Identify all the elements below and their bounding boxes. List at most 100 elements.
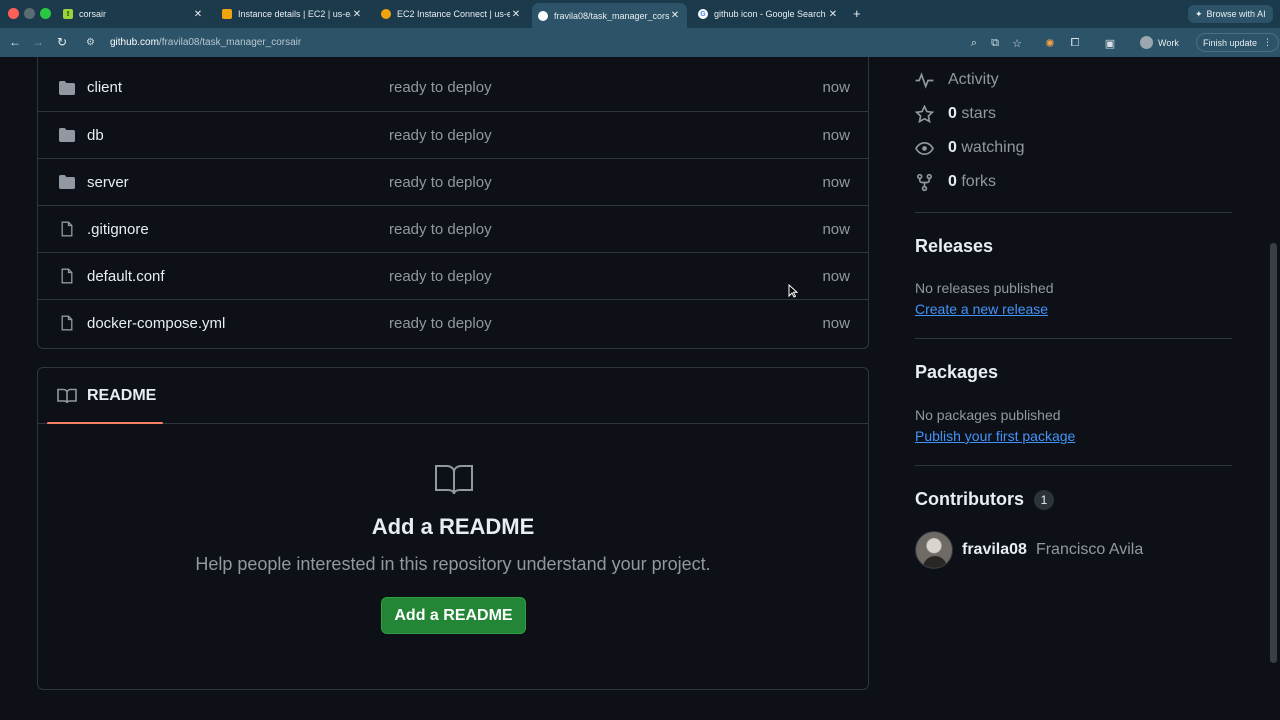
- sidebar-divider: [915, 212, 1232, 213]
- address-bar[interactable]: ⚙ github.com/fravila08/task_manager_cors…: [80, 32, 1120, 53]
- readme-empty-subtitle: Help people interested in this repositor…: [195, 554, 711, 574]
- page-scrollbar[interactable]: [1270, 243, 1277, 663]
- file-row[interactable]: .gitignore ready to deploy now: [38, 205, 868, 252]
- tab-label: github icon - Google Search: [714, 9, 826, 19]
- readme-tab[interactable]: README: [57, 387, 156, 405]
- browser-tab[interactable]: ! corsair ✕: [57, 3, 210, 25]
- contributors-heading[interactable]: Contributors 1: [915, 489, 1054, 510]
- stars-link[interactable]: 0 stars: [915, 104, 996, 124]
- install-app-icon[interactable]: ⧉: [988, 36, 1002, 50]
- extension-sun-icon[interactable]: ✺: [1043, 36, 1057, 50]
- file-row[interactable]: client ready to deploy now: [38, 64, 868, 111]
- contributor-item[interactable]: fravila08 Francisco Avila: [915, 531, 1143, 569]
- packages-heading[interactable]: Packages: [915, 362, 998, 383]
- browser-tab-bar: ! corsair ✕ Instance details | EC2 | us-…: [0, 0, 1280, 28]
- file-icon: [61, 221, 73, 237]
- browse-with-ai-button[interactable]: ✦ Browse with AI: [1188, 5, 1273, 23]
- star-icon: [915, 104, 934, 123]
- tab-close-icon[interactable]: ✕: [351, 9, 363, 20]
- tab-close-icon[interactable]: ✕: [669, 10, 681, 21]
- pulse-icon: [915, 71, 934, 89]
- tab-close-icon[interactable]: ✕: [192, 9, 204, 20]
- file-row[interactable]: docker-compose.yml ready to deploy now: [38, 299, 868, 346]
- window-close-button[interactable]: [8, 8, 19, 19]
- browser-tab-active[interactable]: fravila08/task_manager_cors ✕: [532, 3, 687, 28]
- new-tab-button[interactable]: +: [853, 6, 861, 21]
- folder-icon: [59, 128, 75, 142]
- browser-toolbar: ← → ↻ ⚙ github.com/fravila08/task_manage…: [0, 28, 1280, 57]
- more-menu-icon[interactable]: ⋮: [1263, 37, 1272, 48]
- file-name-link[interactable]: db: [87, 127, 104, 144]
- contributor-full-name: Francisco Avila: [1035, 541, 1144, 558]
- tab-favicon-icon: !: [63, 9, 73, 19]
- file-icon: [61, 315, 73, 331]
- extensions-puzzle-icon[interactable]: ⧠: [1068, 36, 1082, 50]
- commit-message-link[interactable]: ready to deploy: [389, 174, 492, 191]
- tab-close-icon[interactable]: ✕: [510, 9, 522, 20]
- add-readme-button[interactable]: Add a README: [381, 597, 526, 634]
- file-row[interactable]: server ready to deploy now: [38, 158, 868, 205]
- zoom-icon[interactable]: ⌕: [967, 36, 981, 50]
- forward-arrow-icon[interactable]: →: [31, 35, 45, 49]
- contributor-login[interactable]: fravila08: [962, 541, 1027, 559]
- commit-age: now: [822, 79, 850, 96]
- create-release-link[interactable]: Create a new release: [915, 301, 1048, 317]
- tab-close-icon[interactable]: ✕: [827, 9, 839, 20]
- sparkle-icon: ✦: [1195, 8, 1203, 19]
- bookmark-star-icon[interactable]: ☆: [1010, 36, 1024, 50]
- tab-label: corsair: [79, 9, 107, 19]
- file-row[interactable]: db ready to deploy now: [38, 111, 868, 158]
- activity-link[interactable]: Activity: [915, 70, 999, 90]
- folder-icon: [59, 80, 75, 95]
- window-maximize-button[interactable]: [40, 8, 51, 19]
- commit-message-link[interactable]: ready to deploy: [389, 127, 492, 144]
- reload-icon[interactable]: ↻: [55, 35, 69, 49]
- profile-avatar: [1140, 36, 1153, 49]
- tab-label: Instance details | EC2 | us-ea: [238, 9, 351, 19]
- browser-tab[interactable]: Instance details | EC2 | us-ea ✕: [216, 3, 369, 25]
- finish-update-button[interactable]: Finish update ⋮: [1196, 33, 1280, 52]
- site-info-icon[interactable]: ⚙: [86, 37, 100, 49]
- publish-package-link[interactable]: Publish your first package: [915, 428, 1075, 444]
- file-name-link[interactable]: server: [87, 174, 129, 191]
- file-list: client ready to deploy now db ready to d…: [37, 57, 869, 349]
- fork-icon: [917, 173, 932, 191]
- browser-tab[interactable]: G github icon - Google Search ✕: [692, 3, 845, 25]
- folder-icon: [59, 175, 75, 189]
- mouse-cursor-icon: [788, 284, 798, 298]
- commit-message-link[interactable]: ready to deploy: [389, 315, 492, 332]
- window-minimize-button[interactable]: [24, 8, 35, 19]
- file-name-link[interactable]: .gitignore: [87, 221, 149, 238]
- eye-icon: [915, 141, 934, 155]
- watching-link[interactable]: 0 watching: [915, 138, 1025, 158]
- releases-empty-text: No releases published: [915, 280, 1054, 296]
- activity-label: Activity: [948, 71, 999, 88]
- forks-label: forks: [961, 173, 997, 190]
- github-repo-page: client ready to deploy now db ready to d…: [0, 57, 1280, 720]
- file-name-link[interactable]: docker-compose.yml: [87, 315, 225, 332]
- file-row[interactable]: default.conf ready to deploy now: [38, 252, 868, 299]
- readme-panel: README Add a README Help people interest…: [37, 367, 869, 690]
- watching-count: 0: [948, 139, 957, 156]
- commit-age: now: [822, 267, 850, 285]
- contributors-count-badge: 1: [1033, 489, 1054, 510]
- github-favicon-icon: [538, 10, 548, 21]
- browser-tab[interactable]: EC2 Instance Connect | us-ea ✕: [375, 3, 528, 25]
- forks-link[interactable]: 0 forks: [915, 172, 996, 192]
- commit-message-link[interactable]: ready to deploy: [389, 79, 492, 96]
- readme-header: README: [38, 368, 868, 424]
- back-arrow-icon[interactable]: ←: [8, 35, 22, 49]
- book-large-icon: [435, 465, 473, 495]
- profile-button[interactable]: Work: [1140, 33, 1179, 52]
- commit-message-link[interactable]: ready to deploy: [389, 268, 492, 285]
- side-panel-icon[interactable]: ▣: [1103, 36, 1117, 50]
- commit-message-link[interactable]: ready to deploy: [389, 221, 492, 238]
- file-name-link[interactable]: client: [87, 79, 122, 96]
- releases-heading[interactable]: Releases: [915, 236, 993, 257]
- browse-ai-label: Browse with AI: [1206, 9, 1266, 19]
- avatar[interactable]: [915, 531, 953, 569]
- aws-favicon-icon: [222, 9, 232, 19]
- file-name-link[interactable]: default.conf: [87, 268, 165, 285]
- tab-label: EC2 Instance Connect | us-ea: [397, 9, 510, 19]
- commit-age: now: [822, 173, 850, 191]
